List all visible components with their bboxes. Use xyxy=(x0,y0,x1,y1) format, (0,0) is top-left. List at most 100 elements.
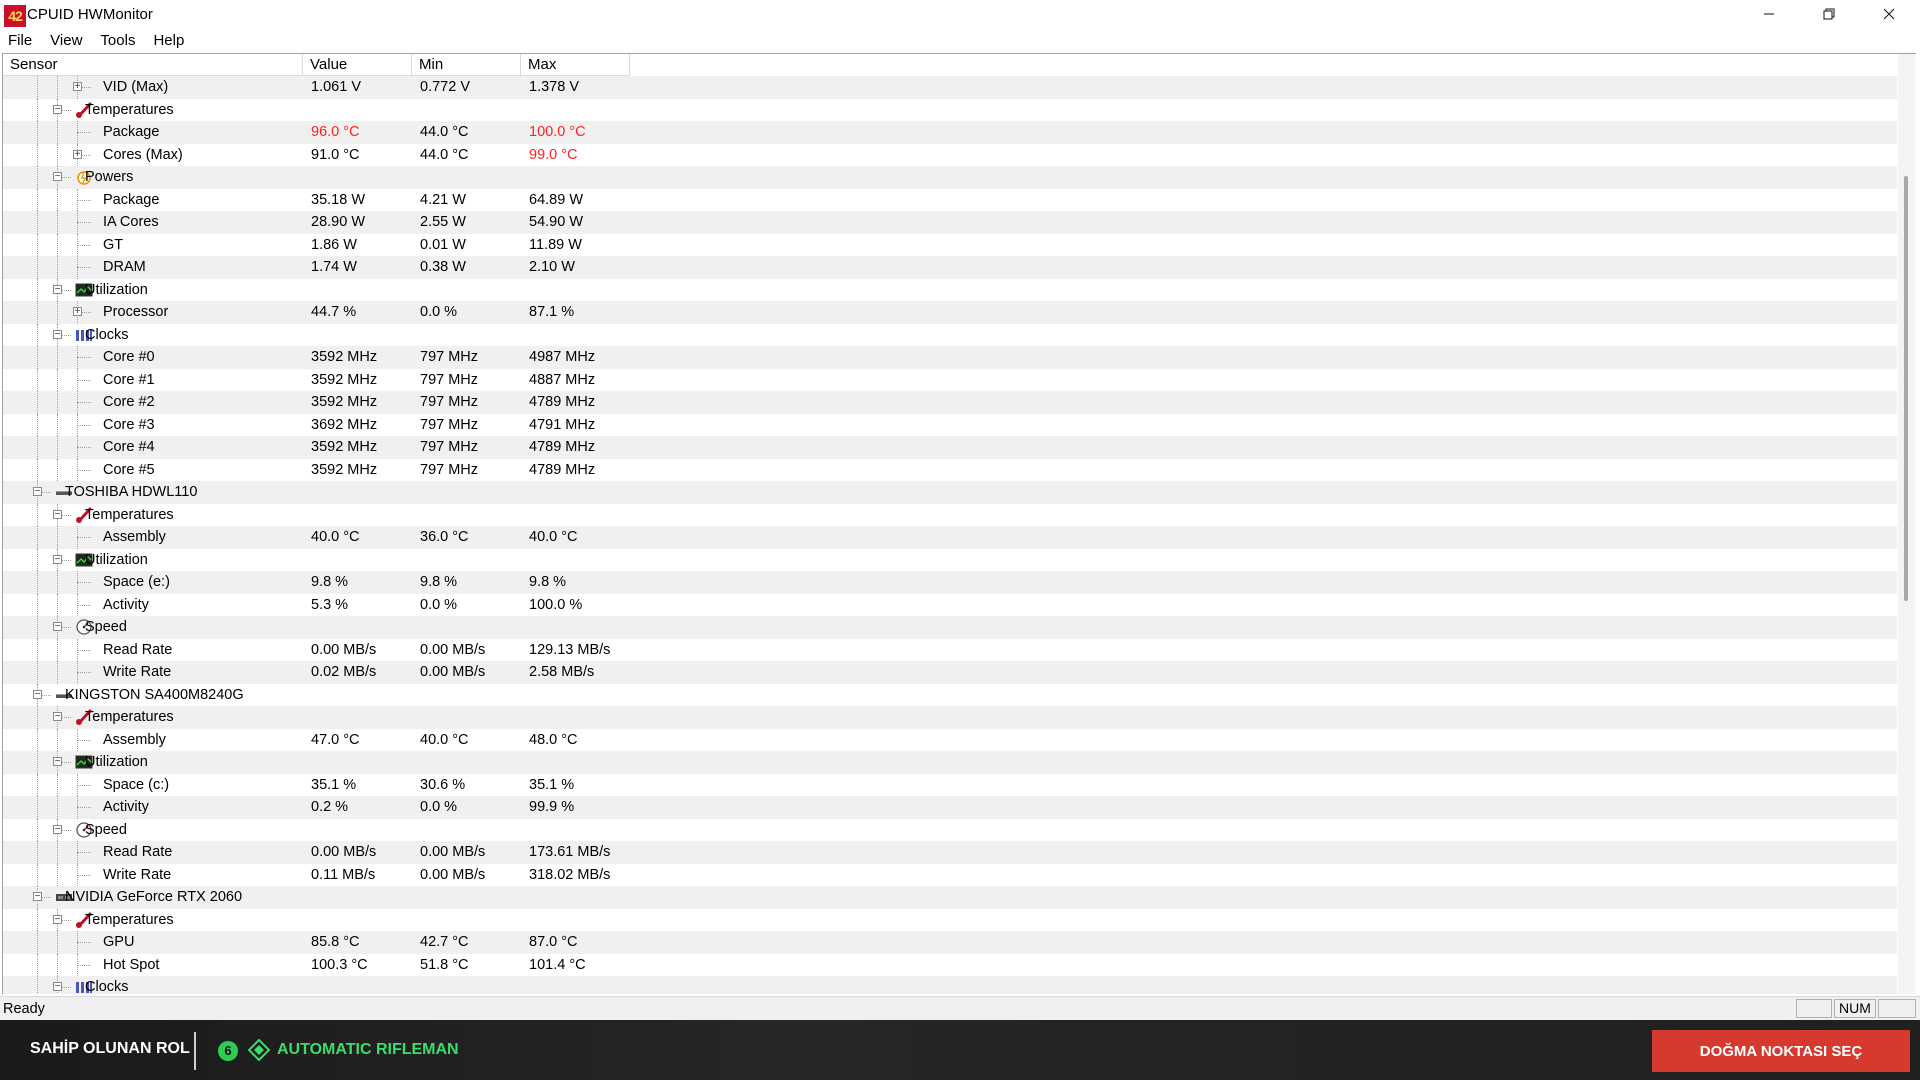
table-row[interactable]: Assembly 47.0 °C 40.0 °C 48.0 °C xyxy=(3,728,1897,751)
table-row[interactable]: − KINGSTON SA400M8240G xyxy=(3,683,1897,706)
table-row[interactable]: Space (c:) 35.1 % 30.6 % 35.1 % xyxy=(3,773,1897,796)
collapse-icon[interactable]: − xyxy=(53,622,62,632)
table-row[interactable]: + Processor 44.7 % 0.0 % 87.1 % xyxy=(3,301,1897,324)
table-row[interactable]: Core #0 3592 MHz 797 MHz 4987 MHz xyxy=(3,346,1897,369)
sensor-min: 0.00 MB/s xyxy=(420,866,486,883)
expand-icon[interactable]: + xyxy=(73,149,82,159)
table-row[interactable]: − Temperatures xyxy=(3,503,1897,526)
tree-guide-line xyxy=(37,301,38,324)
tree-guide-line xyxy=(57,841,58,864)
table-row[interactable]: Core #1 3592 MHz 797 MHz 4887 MHz xyxy=(3,368,1897,391)
table-row[interactable]: − Temperatures xyxy=(3,706,1897,729)
tree-guide-line xyxy=(57,728,58,751)
collapse-icon[interactable]: − xyxy=(53,554,62,564)
scrollbar-thumb[interactable] xyxy=(1904,176,1908,601)
table-row[interactable]: + Cores (Max) 91.0 °C 44.0 °C 99.0 °C xyxy=(3,143,1897,166)
tree-guide-line xyxy=(57,211,58,234)
table-row[interactable]: − Clocks xyxy=(3,976,1897,994)
table-row[interactable]: − Powers xyxy=(3,166,1897,189)
menu-view[interactable]: View xyxy=(41,29,91,53)
table-row[interactable]: Activity 0.2 % 0.0 % 99.9 % xyxy=(3,796,1897,819)
table-row[interactable]: Package 96.0 °C 44.0 °C 100.0 °C xyxy=(3,121,1897,144)
minimize-button[interactable] xyxy=(1740,0,1798,29)
tree-guide-line xyxy=(37,368,38,391)
status-pane-empty xyxy=(1796,999,1832,1018)
sensor-min: 51.8 °C xyxy=(420,956,469,973)
table-row[interactable]: + VID (Max) 1.061 V 0.772 V 1.378 V xyxy=(3,76,1897,99)
collapse-icon[interactable]: − xyxy=(53,284,62,294)
tree-branch-line xyxy=(77,244,91,246)
tree-branch-line xyxy=(77,942,91,943)
table-row[interactable]: − Temperatures xyxy=(3,908,1897,931)
table-row[interactable]: GT 1.86 W 0.01 W 11.89 W xyxy=(3,233,1897,256)
collapse-icon[interactable]: − xyxy=(53,329,62,339)
column-min[interactable]: Min xyxy=(412,54,521,76)
class-name[interactable]: AUTOMATIC RIFLEMAN xyxy=(277,1041,459,1059)
column-sensor[interactable]: Sensor xyxy=(3,54,303,76)
table-row[interactable]: − Utilization xyxy=(3,548,1897,571)
collapse-icon[interactable]: − xyxy=(53,982,62,992)
table-row[interactable]: Assembly 40.0 °C 36.0 °C 40.0 °C xyxy=(3,526,1897,549)
sensor-min: 797 MHz xyxy=(420,349,479,365)
collapse-icon[interactable]: − xyxy=(53,104,62,114)
tree-branch-line xyxy=(77,852,91,853)
column-max[interactable]: Max xyxy=(521,54,630,76)
collapse-icon[interactable]: − xyxy=(53,914,62,924)
table-row[interactable]: Core #3 3692 MHz 797 MHz 4791 MHz xyxy=(3,413,1897,436)
column-value[interactable]: Value xyxy=(303,54,412,76)
sensor-value: 3592 MHz xyxy=(311,461,378,478)
table-row[interactable]: − Clocks xyxy=(3,323,1897,346)
tree-guide-line xyxy=(37,863,38,886)
collapse-icon[interactable]: − xyxy=(33,487,42,497)
sensor-max: 1.378 V xyxy=(529,79,579,95)
select-spawn-button[interactable]: DOĞMA NOKTASI SEÇ xyxy=(1652,1030,1910,1072)
collapse-icon[interactable]: − xyxy=(53,757,62,767)
table-row[interactable]: DRAM 1.74 W 0.38 W 2.10 W xyxy=(3,256,1897,279)
table-row[interactable]: − NVIDIA GeForce RTX 2060 xyxy=(3,886,1897,909)
game-overlay-bar: SAHİP OLUNAN ROL 6 AUTOMATIC RIFLEMAN DO… xyxy=(0,1020,1920,1080)
table-row[interactable]: − Utilization xyxy=(3,278,1897,301)
table-row[interactable]: Read Rate 0.00 MB/s 0.00 MB/s 129.13 MB/s xyxy=(3,638,1897,661)
table-row[interactable]: Package 35.18 W 4.21 W 64.89 W xyxy=(3,188,1897,211)
restore-button[interactable] xyxy=(1800,0,1858,29)
table-row[interactable]: Hot Spot 100.3 °C 51.8 °C 101.4 °C xyxy=(3,953,1897,976)
table-row[interactable]: Write Rate 0.02 MB/s 0.00 MB/s 2.58 MB/s xyxy=(3,661,1897,684)
menu-help[interactable]: Help xyxy=(144,29,193,53)
tree-branch-line xyxy=(77,132,91,133)
table-row[interactable]: Activity 5.3 % 0.0 % 100.0 % xyxy=(3,593,1897,616)
table-row[interactable]: GPU 85.8 °C 42.7 °C 87.0 °C xyxy=(3,931,1897,954)
table-row[interactable]: − Temperatures xyxy=(3,98,1897,121)
tree-guide-line xyxy=(37,593,38,616)
table-row[interactable]: Core #5 3592 MHz 797 MHz 4789 MHz xyxy=(3,458,1897,481)
collapse-icon[interactable]: − xyxy=(33,892,42,902)
table-row[interactable]: − Speed xyxy=(3,818,1897,841)
table-row[interactable]: Space (e:) 9.8 % 9.8 % 9.8 % xyxy=(3,571,1897,594)
table-row[interactable]: Core #2 3592 MHz 797 MHz 4789 MHz xyxy=(3,391,1897,414)
tree-guide-line xyxy=(57,413,58,436)
menu-tools[interactable]: Tools xyxy=(91,29,144,53)
table-row[interactable]: IA Cores 28.90 W 2.55 W 54.90 W xyxy=(3,211,1897,234)
table-row[interactable]: − Speed xyxy=(3,616,1897,639)
collapse-icon[interactable]: − xyxy=(53,824,62,834)
table-row[interactable]: Core #4 3592 MHz 797 MHz 4789 MHz xyxy=(3,436,1897,459)
menu-file[interactable]: File xyxy=(0,29,41,53)
table-row[interactable]: − TOSHIBA HDWL110 xyxy=(3,481,1897,504)
vertical-scrollbar[interactable] xyxy=(1898,54,1915,994)
table-row[interactable]: − Utilization xyxy=(3,751,1897,774)
sensor-value: 1.061 V xyxy=(311,79,361,95)
expand-icon[interactable]: + xyxy=(73,307,82,317)
collapse-icon[interactable]: − xyxy=(53,172,62,182)
tree-branch-line xyxy=(77,222,91,223)
collapse-icon[interactable]: − xyxy=(53,712,62,722)
sensor-min: 797 MHz xyxy=(420,439,479,455)
table-row[interactable]: Read Rate 0.00 MB/s 0.00 MB/s 173.61 MB/s xyxy=(3,841,1897,864)
collapse-icon[interactable]: − xyxy=(33,689,42,699)
sensor-name: Space (c:) xyxy=(103,776,170,793)
sensor-tree-view[interactable]: Sensor Value Min Max + VID (Max) 1.061 V 0.… xyxy=(2,53,1916,994)
collapse-icon[interactable]: − xyxy=(53,509,62,519)
sensor-value: 1.74 W xyxy=(311,259,357,275)
close-button[interactable] xyxy=(1860,0,1918,29)
table-row[interactable]: Write Rate 0.11 MB/s 0.00 MB/s 318.02 MB/s xyxy=(3,863,1897,886)
expand-icon[interactable]: + xyxy=(73,82,82,92)
sensor-name: IA Cores xyxy=(103,214,159,230)
